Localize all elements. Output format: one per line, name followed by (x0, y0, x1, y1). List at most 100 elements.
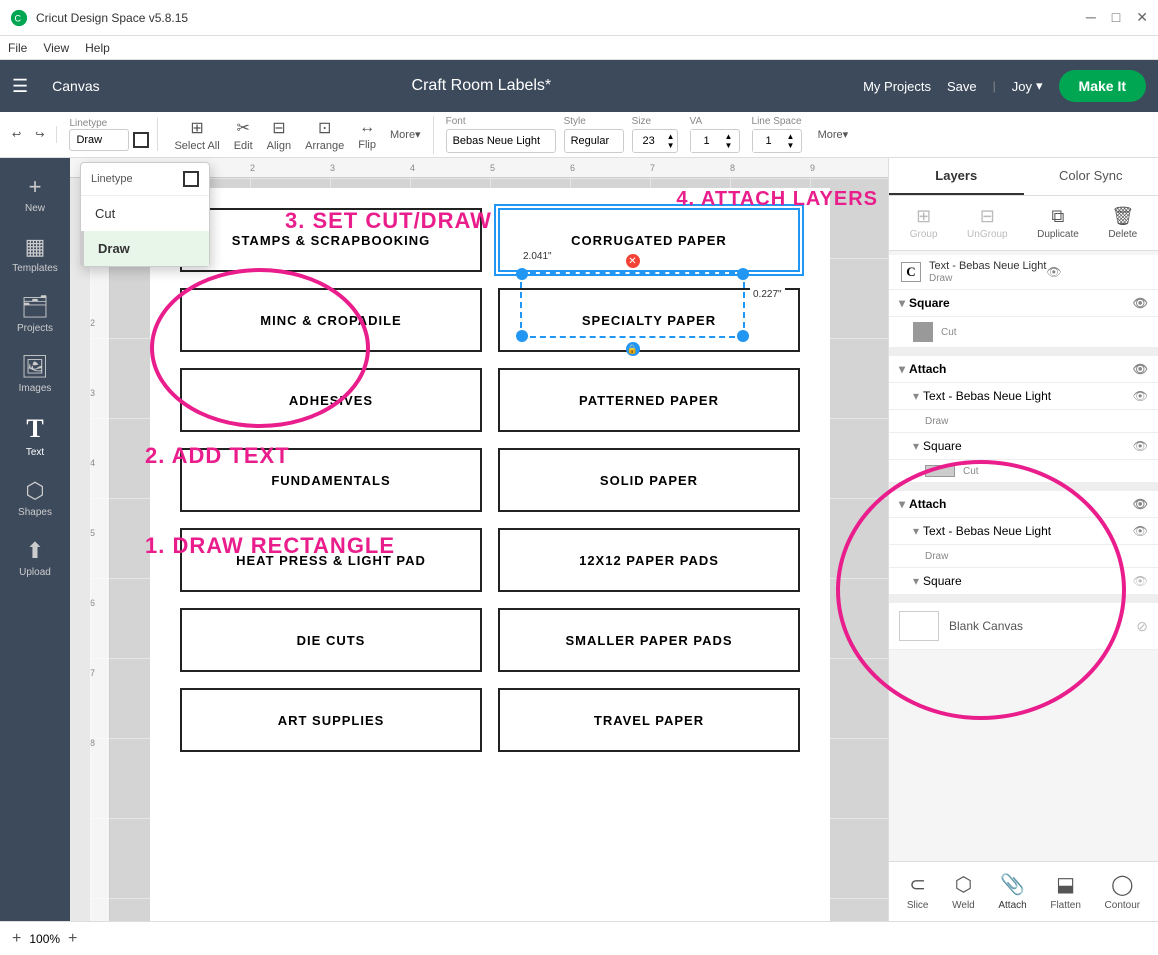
slice-button[interactable]: ⊂ Slice (907, 872, 929, 911)
label-stamps-scrapbooking[interactable]: STAMPS & SCRAPBOOKING (180, 208, 482, 272)
attach2-square-header[interactable]: ▾ Square 👁 (889, 568, 1158, 595)
layer-item-attach1-text[interactable]: Draw (889, 410, 1158, 433)
undo-button[interactable]: ↩ (8, 126, 25, 143)
label-heat-press[interactable]: HEAT PRESS & LIGHT PAD (180, 528, 482, 592)
sidebar-item-projects[interactable]: 🗂 Projects (0, 286, 70, 342)
more2-button[interactable]: More▾ (814, 126, 853, 143)
line-space-input[interactable] (753, 130, 785, 152)
linespace-down-button[interactable]: ▼ (787, 141, 795, 150)
size-down-button[interactable]: ▼ (667, 141, 675, 150)
label-solid-paper[interactable]: SOLID PAPER (498, 448, 800, 512)
linetype-color-swatch[interactable] (133, 132, 149, 148)
linespace-up-button[interactable]: ▲ (787, 132, 795, 141)
label-patterned-paper[interactable]: PATTERNED PAPER (498, 368, 800, 432)
layer-item-text-top[interactable]: C Text - Bebas Neue Light Draw 👁 (889, 255, 1158, 290)
maximize-button[interactable]: □ (1112, 9, 1120, 26)
flip-button[interactable]: ↔ Flip (354, 117, 380, 153)
zoom-in-button[interactable]: + (68, 930, 77, 948)
tab-color-sync[interactable]: Color Sync (1024, 158, 1158, 195)
contour-label: Contour (1105, 900, 1141, 911)
label-smaller-paper-pads[interactable]: SMALLER PAPER PADS (498, 608, 800, 672)
duplicate-button[interactable]: ⧉ Duplicate (1029, 202, 1087, 244)
contour-button[interactable]: ◯ Contour (1105, 872, 1141, 911)
attach1-text-header[interactable]: ▾ Text - Bebas Neue Light 👁 (889, 383, 1158, 410)
attach-group-1-header[interactable]: ▾ Attach 👁 (889, 356, 1158, 383)
linetype-swatch-icon[interactable] (183, 171, 199, 187)
layer-item-attach1-square[interactable]: Cut (889, 460, 1158, 483)
my-projects-button[interactable]: My Projects (863, 79, 931, 94)
va-up-button[interactable]: ▲ (725, 132, 733, 141)
label-die-cuts[interactable]: DIE CUTS (180, 608, 482, 672)
blank-canvas-item[interactable]: Blank Canvas ⊘ (889, 603, 1158, 650)
attach1-square-header[interactable]: ▾ Square 👁 (889, 433, 1158, 460)
layer-text-top-eye-icon[interactable]: 👁 (1046, 265, 1061, 279)
label-art-supplies[interactable]: ART SUPPLIES (180, 688, 482, 752)
attach2-text-header[interactable]: ▾ Text - Bebas Neue Light 👁 (889, 518, 1158, 545)
canvas-area[interactable]: 0 1 2 3 4 5 6 7 8 9 1 2 3 4 5 6 7 8 (70, 158, 888, 921)
tab-layers[interactable]: Layers (889, 158, 1024, 195)
linetype-option-cut[interactable]: Cut (81, 196, 209, 231)
attach1-eye-icon[interactable]: 👁 (1133, 362, 1148, 376)
layer-header-square-top[interactable]: ▾ Square 👁 (889, 290, 1158, 317)
align-button[interactable]: ⊟ Align (263, 116, 295, 154)
size-input[interactable] (633, 130, 665, 152)
layer-item-attach2-text[interactable]: Draw (889, 545, 1158, 568)
redo-button[interactable]: ↪ (31, 126, 48, 143)
attach1-sq-eye-icon[interactable]: 👁 (1133, 439, 1148, 453)
attach-group-2-header[interactable]: ▾ Attach 👁 (889, 491, 1158, 518)
select-all-button[interactable]: ⊞ Select All (170, 116, 223, 154)
va-down-button[interactable]: ▼ (725, 141, 733, 150)
va-input[interactable] (691, 130, 723, 152)
save-button[interactable]: Save (947, 79, 977, 94)
label-travel-paper[interactable]: TRAVEL PAPER (498, 688, 800, 752)
weld-button[interactable]: ⬡ Weld (952, 872, 975, 911)
menu-file[interactable]: File (8, 41, 27, 55)
edit-button[interactable]: ✂ Edit (230, 116, 257, 154)
square-top-info: Cut (941, 326, 957, 338)
size-up-button[interactable]: ▲ (667, 132, 675, 141)
menu-view[interactable]: View (43, 41, 69, 55)
linetype-option-draw[interactable]: Draw (81, 231, 209, 266)
minimize-button[interactable]: ─ (1086, 9, 1096, 26)
hamburger-menu-icon[interactable]: ☰ (12, 76, 28, 97)
attach2-text-label: Text - Bebas Neue Light (923, 524, 1051, 538)
images-icon: 🖼 (21, 354, 49, 380)
square-eye-icon[interactable]: 👁 (1133, 296, 1148, 310)
zoom-out-button[interactable]: + (12, 930, 21, 948)
attach2-eye-icon[interactable]: 👁 (1133, 497, 1148, 511)
attach2-text-expand-icon: ▾ (913, 524, 919, 538)
sidebar-item-shapes[interactable]: ⬡ Shapes (0, 470, 70, 526)
layer-text-top-sub: Draw (929, 273, 1046, 284)
label-12x12-paper-pads[interactable]: 12X12 PAPER PADS (498, 528, 800, 592)
label-fundamentals[interactable]: FUNDAMENTALS (180, 448, 482, 512)
sidebar-item-images[interactable]: 🖼 Images (0, 346, 70, 402)
layer-item-square-top[interactable]: Cut (889, 317, 1158, 348)
linetype-dropdown[interactable]: Draw (69, 129, 129, 151)
group-button[interactable]: ⊞ Group (902, 202, 946, 244)
project-title[interactable]: Craft Room Labels* (116, 77, 847, 95)
make-it-button[interactable]: Make It (1059, 70, 1146, 102)
user-menu-button[interactable]: Joy ▾ (1012, 78, 1043, 94)
more-button[interactable]: More▾ (386, 126, 425, 143)
blank-canvas-eye-icon[interactable]: ⊘ (1136, 618, 1148, 635)
label-adhesives[interactable]: ADHESIVES (180, 368, 482, 432)
ungroup-button[interactable]: ⊟ UnGroup (959, 202, 1016, 244)
style-input[interactable] (564, 129, 624, 153)
attach2-sq-eye-icon[interactable]: 👁 (1133, 574, 1148, 588)
attach-button[interactable]: 📎 Attach (998, 872, 1026, 911)
linetype-popup-title: Linetype (91, 173, 133, 185)
sidebar-item-upload[interactable]: ⬆ Upload (0, 530, 70, 586)
sidebar-item-new[interactable]: + New (0, 166, 70, 222)
attach1-text-eye-icon[interactable]: 👁 (1133, 389, 1148, 403)
close-button[interactable]: ✕ (1136, 9, 1148, 26)
font-input[interactable] (446, 129, 556, 153)
menu-help[interactable]: Help (85, 41, 110, 55)
window-controls[interactable]: ─ □ ✕ (1086, 9, 1148, 26)
delete-button[interactable]: 🗑 Delete (1100, 202, 1145, 244)
sidebar-item-templates[interactable]: ▦ Templates (0, 226, 70, 282)
arrange-button[interactable]: ⊡ Arrange (301, 116, 348, 154)
flatten-button[interactable]: ⬓ Flatten (1050, 872, 1081, 911)
label-minc-cropadile[interactable]: MINC & CROPADILE (180, 288, 482, 352)
sidebar-item-text[interactable]: T Text (0, 406, 70, 466)
attach2-text-eye-icon[interactable]: 👁 (1133, 524, 1148, 538)
